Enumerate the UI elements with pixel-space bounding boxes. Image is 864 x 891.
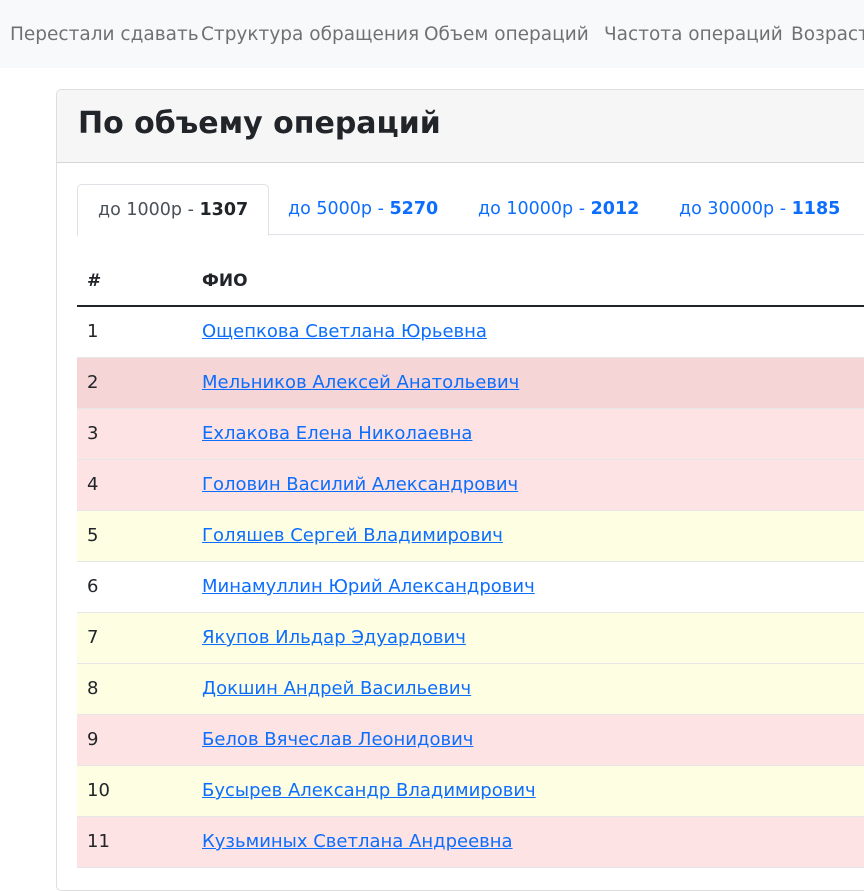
tab-up-to-30000[interactable]: до 30000р - 1185 (679, 184, 840, 234)
table-row: 8 Докшин Андрей Васильевич (77, 664, 864, 715)
row-number: 1 (87, 321, 99, 342)
nav-link-stopped-submitting[interactable]: Перестали сдавать (10, 24, 199, 46)
column-header-name: ФИО (202, 271, 248, 291)
row-number: 4 (87, 474, 99, 495)
card-header: По объему операций (57, 90, 864, 163)
client-name-link[interactable]: Голяшев Сергей Владимирович (202, 525, 503, 547)
row-number: 2 (87, 372, 99, 393)
row-number: 11 (87, 831, 110, 852)
client-name-link[interactable]: Минамуллин Юрий Александрович (202, 576, 535, 598)
client-name-link[interactable]: Головин Василий Александрович (202, 474, 518, 496)
table-row: 6 Минамуллин Юрий Александрович (77, 562, 864, 613)
table-row: 2 Мельников Алексей Анатольевич (77, 358, 864, 409)
tab-count: 5270 (389, 199, 439, 219)
table-row: 11 Кузьминых Светлана Андреевна (77, 817, 864, 868)
page-title: По объему операций (78, 106, 441, 141)
tab-label: до 30000р - (679, 199, 792, 219)
tab-label: до 1000р - (98, 200, 200, 220)
client-name-link[interactable]: Белов Вячеслав Леонидович (202, 729, 473, 751)
row-number: 9 (87, 729, 99, 750)
tab-count: 1185 (791, 199, 841, 219)
row-number: 3 (87, 423, 99, 444)
row-number: 10 (87, 780, 110, 801)
table-row: 7 Якупов Ильдар Эдуардович (77, 613, 864, 664)
tab-count: 2012 (590, 199, 640, 219)
client-name-link[interactable]: Мельников Алексей Анатольевич (202, 372, 519, 394)
table-row: 3 Ехлакова Елена Николаевна (77, 409, 864, 460)
nav-link-age[interactable]: Возраст (791, 24, 864, 46)
nav-link-operation-frequency[interactable]: Частота операций (604, 24, 783, 46)
client-name-link[interactable]: Докшин Андрей Васильевич (202, 678, 471, 700)
row-number: 7 (87, 627, 99, 648)
tab-up-to-1000[interactable]: до 1000р - 1307 (77, 184, 270, 236)
tab-label: до 10000р - (478, 199, 591, 219)
table-row: 10 Бусырев Александр Владимирович (77, 766, 864, 817)
table-row: 1 Ощепкова Светлана Юрьевна (77, 307, 864, 358)
client-name-link[interactable]: Ощепкова Светлана Юрьевна (202, 321, 487, 343)
top-navbar: Перестали сдавать Структура обращения Об… (0, 0, 864, 68)
tab-up-to-10000[interactable]: до 10000р - 2012 (478, 184, 639, 234)
client-name-link[interactable]: Бусырев Александр Владимирович (202, 780, 536, 802)
table-row: 4 Головин Василий Александрович (77, 460, 864, 511)
client-name-link[interactable]: Ехлакова Елена Николаевна (202, 423, 472, 445)
column-header-number: # (87, 271, 102, 291)
tab-count: 1307 (199, 200, 249, 220)
volume-card: По объему операций до 1000р - 1307 до 50… (56, 89, 864, 891)
nav-link-operation-volume[interactable]: Объем операций (424, 24, 589, 46)
row-number: 5 (87, 525, 99, 546)
client-name-link[interactable]: Якупов Ильдар Эдуардович (202, 627, 466, 649)
tab-up-to-5000[interactable]: до 5000р - 5270 (288, 184, 438, 234)
row-number: 8 (87, 678, 99, 699)
tab-label: до 5000р - (288, 199, 390, 219)
row-number: 6 (87, 576, 99, 597)
table-row: 5 Голяшев Сергей Владимирович (77, 511, 864, 562)
nav-link-circulation-structure[interactable]: Структура обращения (201, 24, 419, 46)
table-row: 9 Белов Вячеслав Леонидович (77, 715, 864, 766)
client-name-link[interactable]: Кузьминых Светлана Андреевна (202, 831, 513, 853)
